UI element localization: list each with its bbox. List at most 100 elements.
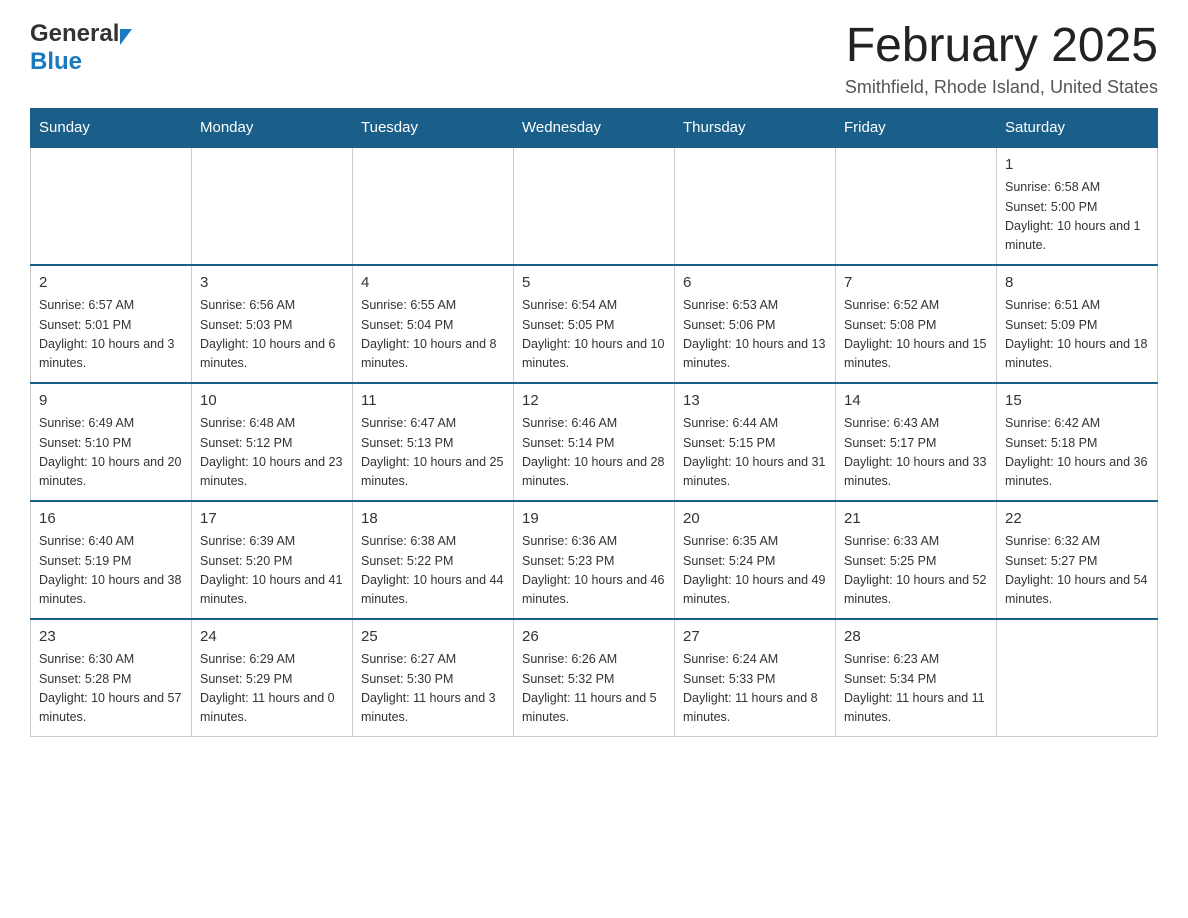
day-number: 28	[844, 626, 988, 649]
calendar-cell: 25Sunrise: 6:27 AM Sunset: 5:30 PM Dayli…	[353, 619, 514, 737]
day-number: 26	[522, 626, 666, 649]
calendar-cell: 17Sunrise: 6:39 AM Sunset: 5:20 PM Dayli…	[192, 501, 353, 619]
calendar-cell: 16Sunrise: 6:40 AM Sunset: 5:19 PM Dayli…	[31, 501, 192, 619]
day-number: 8	[1005, 272, 1149, 295]
calendar-cell: 10Sunrise: 6:48 AM Sunset: 5:12 PM Dayli…	[192, 383, 353, 501]
week-row-4: 16Sunrise: 6:40 AM Sunset: 5:19 PM Dayli…	[31, 501, 1158, 619]
day-info: Sunrise: 6:30 AM Sunset: 5:28 PM Dayligh…	[39, 650, 183, 728]
week-row-2: 2Sunrise: 6:57 AM Sunset: 5:01 PM Daylig…	[31, 265, 1158, 383]
day-info: Sunrise: 6:33 AM Sunset: 5:25 PM Dayligh…	[844, 532, 988, 610]
weekday-header-sunday: Sunday	[31, 108, 192, 147]
weekday-header-thursday: Thursday	[675, 108, 836, 147]
day-info: Sunrise: 6:35 AM Sunset: 5:24 PM Dayligh…	[683, 532, 827, 610]
day-number: 17	[200, 508, 344, 531]
day-info: Sunrise: 6:23 AM Sunset: 5:34 PM Dayligh…	[844, 650, 988, 728]
day-info: Sunrise: 6:46 AM Sunset: 5:14 PM Dayligh…	[522, 414, 666, 492]
day-number: 14	[844, 390, 988, 413]
day-info: Sunrise: 6:55 AM Sunset: 5:04 PM Dayligh…	[361, 296, 505, 374]
day-number: 2	[39, 272, 183, 295]
calendar-cell: 2Sunrise: 6:57 AM Sunset: 5:01 PM Daylig…	[31, 265, 192, 383]
day-info: Sunrise: 6:48 AM Sunset: 5:12 PM Dayligh…	[200, 414, 344, 492]
calendar-cell: 19Sunrise: 6:36 AM Sunset: 5:23 PM Dayli…	[514, 501, 675, 619]
day-info: Sunrise: 6:53 AM Sunset: 5:06 PM Dayligh…	[683, 296, 827, 374]
calendar-cell: 14Sunrise: 6:43 AM Sunset: 5:17 PM Dayli…	[836, 383, 997, 501]
day-number: 4	[361, 272, 505, 295]
calendar-cell: 12Sunrise: 6:46 AM Sunset: 5:14 PM Dayli…	[514, 383, 675, 501]
day-number: 18	[361, 508, 505, 531]
calendar-cell: 23Sunrise: 6:30 AM Sunset: 5:28 PM Dayli…	[31, 619, 192, 737]
day-number: 7	[844, 272, 988, 295]
day-number: 23	[39, 626, 183, 649]
day-number: 10	[200, 390, 344, 413]
day-info: Sunrise: 6:51 AM Sunset: 5:09 PM Dayligh…	[1005, 296, 1149, 374]
day-number: 1	[1005, 154, 1149, 177]
day-number: 15	[1005, 390, 1149, 413]
day-info: Sunrise: 6:43 AM Sunset: 5:17 PM Dayligh…	[844, 414, 988, 492]
day-number: 9	[39, 390, 183, 413]
title-area: February 2025 Smithfield, Rhode Island, …	[845, 20, 1158, 98]
weekday-header-friday: Friday	[836, 108, 997, 147]
calendar-cell: 21Sunrise: 6:33 AM Sunset: 5:25 PM Dayli…	[836, 501, 997, 619]
day-number: 16	[39, 508, 183, 531]
calendar-cell	[836, 147, 997, 265]
calendar-cell	[997, 619, 1158, 737]
calendar-cell: 24Sunrise: 6:29 AM Sunset: 5:29 PM Dayli…	[192, 619, 353, 737]
month-title: February 2025	[845, 20, 1158, 73]
weekday-header-saturday: Saturday	[997, 108, 1158, 147]
calendar-cell: 22Sunrise: 6:32 AM Sunset: 5:27 PM Dayli…	[997, 501, 1158, 619]
day-info: Sunrise: 6:42 AM Sunset: 5:18 PM Dayligh…	[1005, 414, 1149, 492]
logo: General Blue	[30, 20, 132, 76]
calendar-cell	[31, 147, 192, 265]
calendar-cell: 9Sunrise: 6:49 AM Sunset: 5:10 PM Daylig…	[31, 383, 192, 501]
calendar-cell	[514, 147, 675, 265]
day-info: Sunrise: 6:56 AM Sunset: 5:03 PM Dayligh…	[200, 296, 344, 374]
calendar-cell: 6Sunrise: 6:53 AM Sunset: 5:06 PM Daylig…	[675, 265, 836, 383]
day-number: 21	[844, 508, 988, 531]
day-number: 12	[522, 390, 666, 413]
day-number: 13	[683, 390, 827, 413]
calendar-cell: 18Sunrise: 6:38 AM Sunset: 5:22 PM Dayli…	[353, 501, 514, 619]
day-info: Sunrise: 6:40 AM Sunset: 5:19 PM Dayligh…	[39, 532, 183, 610]
week-row-5: 23Sunrise: 6:30 AM Sunset: 5:28 PM Dayli…	[31, 619, 1158, 737]
location-subtitle: Smithfield, Rhode Island, United States	[845, 77, 1158, 98]
day-info: Sunrise: 6:57 AM Sunset: 5:01 PM Dayligh…	[39, 296, 183, 374]
day-number: 20	[683, 508, 827, 531]
calendar-cell: 8Sunrise: 6:51 AM Sunset: 5:09 PM Daylig…	[997, 265, 1158, 383]
day-info: Sunrise: 6:52 AM Sunset: 5:08 PM Dayligh…	[844, 296, 988, 374]
weekday-header-monday: Monday	[192, 108, 353, 147]
day-number: 5	[522, 272, 666, 295]
calendar-cell: 7Sunrise: 6:52 AM Sunset: 5:08 PM Daylig…	[836, 265, 997, 383]
week-row-3: 9Sunrise: 6:49 AM Sunset: 5:10 PM Daylig…	[31, 383, 1158, 501]
day-info: Sunrise: 6:44 AM Sunset: 5:15 PM Dayligh…	[683, 414, 827, 492]
day-info: Sunrise: 6:49 AM Sunset: 5:10 PM Dayligh…	[39, 414, 183, 492]
day-number: 11	[361, 390, 505, 413]
day-info: Sunrise: 6:29 AM Sunset: 5:29 PM Dayligh…	[200, 650, 344, 728]
calendar-cell: 20Sunrise: 6:35 AM Sunset: 5:24 PM Dayli…	[675, 501, 836, 619]
weekday-header-row: SundayMondayTuesdayWednesdayThursdayFrid…	[31, 108, 1158, 147]
day-info: Sunrise: 6:36 AM Sunset: 5:23 PM Dayligh…	[522, 532, 666, 610]
day-info: Sunrise: 6:26 AM Sunset: 5:32 PM Dayligh…	[522, 650, 666, 728]
calendar-cell: 4Sunrise: 6:55 AM Sunset: 5:04 PM Daylig…	[353, 265, 514, 383]
calendar-table: SundayMondayTuesdayWednesdayThursdayFrid…	[30, 108, 1158, 737]
day-info: Sunrise: 6:24 AM Sunset: 5:33 PM Dayligh…	[683, 650, 827, 728]
logo-arrow-icon	[120, 29, 132, 45]
calendar-cell: 26Sunrise: 6:26 AM Sunset: 5:32 PM Dayli…	[514, 619, 675, 737]
calendar-cell: 15Sunrise: 6:42 AM Sunset: 5:18 PM Dayli…	[997, 383, 1158, 501]
day-info: Sunrise: 6:32 AM Sunset: 5:27 PM Dayligh…	[1005, 532, 1149, 610]
day-info: Sunrise: 6:38 AM Sunset: 5:22 PM Dayligh…	[361, 532, 505, 610]
day-info: Sunrise: 6:54 AM Sunset: 5:05 PM Dayligh…	[522, 296, 666, 374]
day-number: 6	[683, 272, 827, 295]
day-number: 25	[361, 626, 505, 649]
calendar-cell: 11Sunrise: 6:47 AM Sunset: 5:13 PM Dayli…	[353, 383, 514, 501]
day-number: 3	[200, 272, 344, 295]
day-info: Sunrise: 6:47 AM Sunset: 5:13 PM Dayligh…	[361, 414, 505, 492]
day-info: Sunrise: 6:39 AM Sunset: 5:20 PM Dayligh…	[200, 532, 344, 610]
calendar-cell: 5Sunrise: 6:54 AM Sunset: 5:05 PM Daylig…	[514, 265, 675, 383]
calendar-cell	[192, 147, 353, 265]
calendar-cell	[353, 147, 514, 265]
calendar-cell: 1Sunrise: 6:58 AM Sunset: 5:00 PM Daylig…	[997, 147, 1158, 265]
day-info: Sunrise: 6:27 AM Sunset: 5:30 PM Dayligh…	[361, 650, 505, 728]
calendar-cell: 3Sunrise: 6:56 AM Sunset: 5:03 PM Daylig…	[192, 265, 353, 383]
calendar-cell: 13Sunrise: 6:44 AM Sunset: 5:15 PM Dayli…	[675, 383, 836, 501]
day-number: 27	[683, 626, 827, 649]
